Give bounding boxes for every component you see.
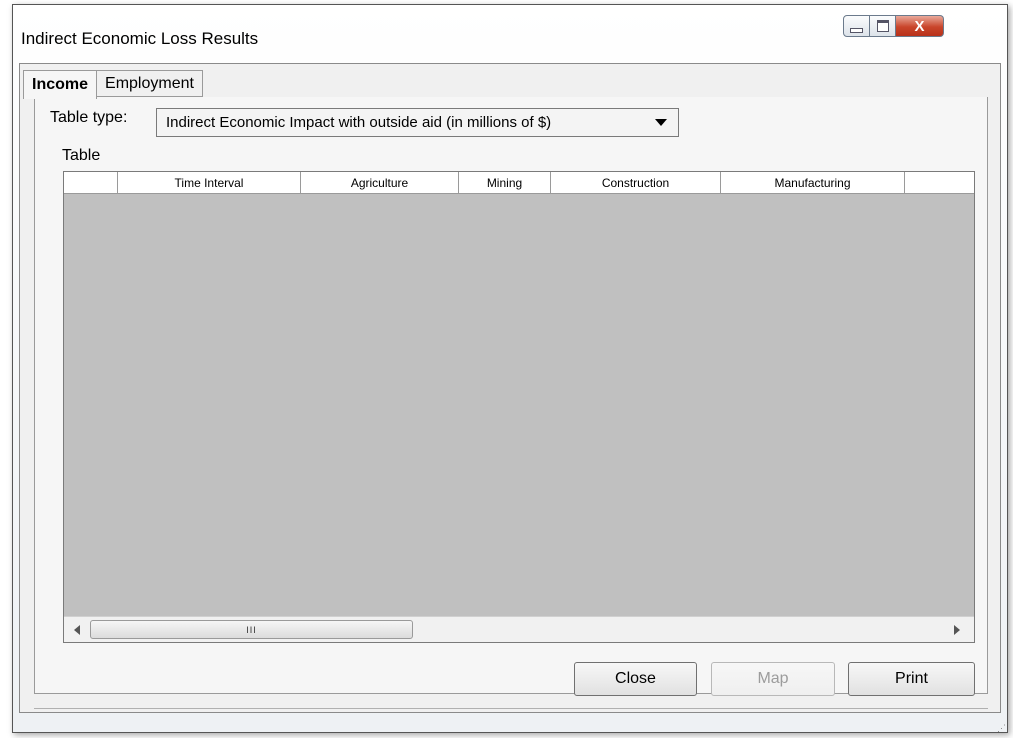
header-construction[interactable]: Construction	[551, 172, 721, 193]
resize-grip-icon[interactable]: ⋰	[997, 723, 1006, 734]
horizontal-scrollbar[interactable]: III	[64, 616, 974, 642]
table-header: Time Interval Agriculture Mining Constru…	[64, 172, 974, 194]
table-type-value: Indirect Economic Impact with outside ai…	[166, 114, 552, 131]
divider	[34, 708, 988, 709]
minimize-icon	[850, 27, 863, 33]
scroll-right-icon[interactable]	[954, 625, 960, 635]
table-label: Table	[62, 147, 101, 164]
dropdown-arrow-icon[interactable]	[655, 119, 667, 126]
tab-income[interactable]: Income	[23, 70, 98, 99]
tab-strip: Income Employment	[23, 70, 203, 99]
header-row-selector[interactable]	[64, 172, 118, 193]
minimize-button[interactable]	[843, 15, 870, 37]
header-mining[interactable]: Mining	[459, 172, 551, 193]
map-button[interactable]: Map	[711, 662, 835, 696]
table-type-select[interactable]: Indirect Economic Impact with outside ai…	[156, 108, 679, 137]
header-manufacturing[interactable]: Manufacturing	[721, 172, 905, 193]
close-window-button[interactable]: X	[896, 15, 944, 37]
table-type-label: Table type:	[50, 109, 128, 126]
close-button[interactable]: Close	[574, 662, 697, 696]
tab-employment[interactable]: Employment	[97, 70, 203, 97]
close-icon: X	[914, 17, 925, 35]
maximize-button[interactable]	[870, 15, 896, 37]
header-next-column[interactable]	[905, 172, 974, 193]
results-table[interactable]: Time Interval Agriculture Mining Constru…	[63, 171, 975, 643]
print-button[interactable]: Print	[848, 662, 975, 696]
window-title: Indirect Economic Loss Results	[21, 29, 259, 48]
scroll-left-icon[interactable]	[74, 625, 80, 635]
maximize-icon	[876, 20, 889, 32]
header-agriculture[interactable]: Agriculture	[301, 172, 459, 193]
header-time-interval[interactable]: Time Interval	[118, 172, 301, 193]
window-controls: X	[843, 15, 944, 39]
scrollbar-thumb[interactable]: III	[90, 620, 413, 639]
